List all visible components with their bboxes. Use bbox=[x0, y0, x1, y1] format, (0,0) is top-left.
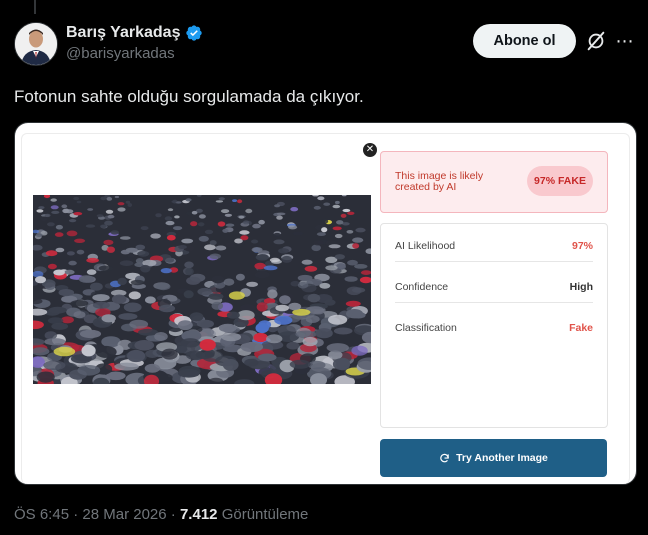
stats-panel: AI Likelihood 97% Confidence High Classi… bbox=[380, 223, 608, 428]
tweet-media[interactable]: ✕ This image is likely created by AI 97%… bbox=[14, 122, 637, 485]
meta-separator: · bbox=[170, 506, 180, 523]
stat-value: 97% bbox=[571, 240, 593, 252]
author-handle[interactable]: @barisyarkadas bbox=[66, 45, 203, 62]
views-label: Görüntüleme bbox=[221, 506, 309, 523]
avatar[interactable] bbox=[14, 22, 58, 66]
stat-row-classification: Classification Fake bbox=[395, 313, 593, 343]
try-another-image-button[interactable]: Try Another Image bbox=[380, 439, 607, 477]
views-count: 7.412 bbox=[179, 506, 218, 523]
try-button-label: Try Another Image bbox=[456, 452, 548, 464]
stat-row-confidence: Confidence High bbox=[395, 272, 593, 303]
tweet-meta: ÖS 6:45 · 28 Mar 2026 · 7.412 Görüntülem… bbox=[14, 506, 308, 523]
stat-label: AI Likelihood bbox=[395, 240, 456, 252]
thread-line bbox=[34, 0, 36, 14]
meta-separator: · bbox=[73, 506, 83, 523]
result-banner: This image is likely created by AI 97% F… bbox=[380, 151, 608, 213]
author-name-row[interactable]: Barış Yarkadaş bbox=[66, 24, 203, 42]
grok-icon[interactable] bbox=[585, 30, 607, 52]
result-message: This image is likely created by AI bbox=[395, 170, 484, 193]
stat-label: Classification bbox=[395, 322, 457, 334]
stat-label: Confidence bbox=[395, 281, 449, 293]
crowd-with-umbrellas-photo bbox=[33, 195, 371, 384]
fake-score-badge: 97% FAKE bbox=[527, 166, 593, 196]
refresh-icon bbox=[440, 453, 449, 462]
close-icon[interactable]: ✕ bbox=[363, 143, 377, 157]
tweet-date[interactable]: 28 Mar 2026 bbox=[82, 506, 166, 523]
stat-row-ai-likelihood: AI Likelihood 97% bbox=[395, 231, 593, 262]
author-block: Barış Yarkadaş @barisyarkadas bbox=[66, 24, 203, 62]
follow-button[interactable]: Abone ol bbox=[473, 24, 576, 58]
verified-badge-icon bbox=[186, 25, 203, 41]
tweet-time[interactable]: ÖS 6:45 bbox=[14, 506, 69, 523]
avatar-image bbox=[15, 23, 57, 65]
stat-value: High bbox=[569, 281, 593, 293]
stat-value: Fake bbox=[569, 322, 593, 334]
more-icon[interactable]: ⋯ bbox=[614, 30, 636, 52]
tweet-text: Fotonun sahte olduğu sorgulamada da çıkı… bbox=[14, 87, 364, 106]
author-name[interactable]: Barış Yarkadaş bbox=[66, 24, 180, 42]
